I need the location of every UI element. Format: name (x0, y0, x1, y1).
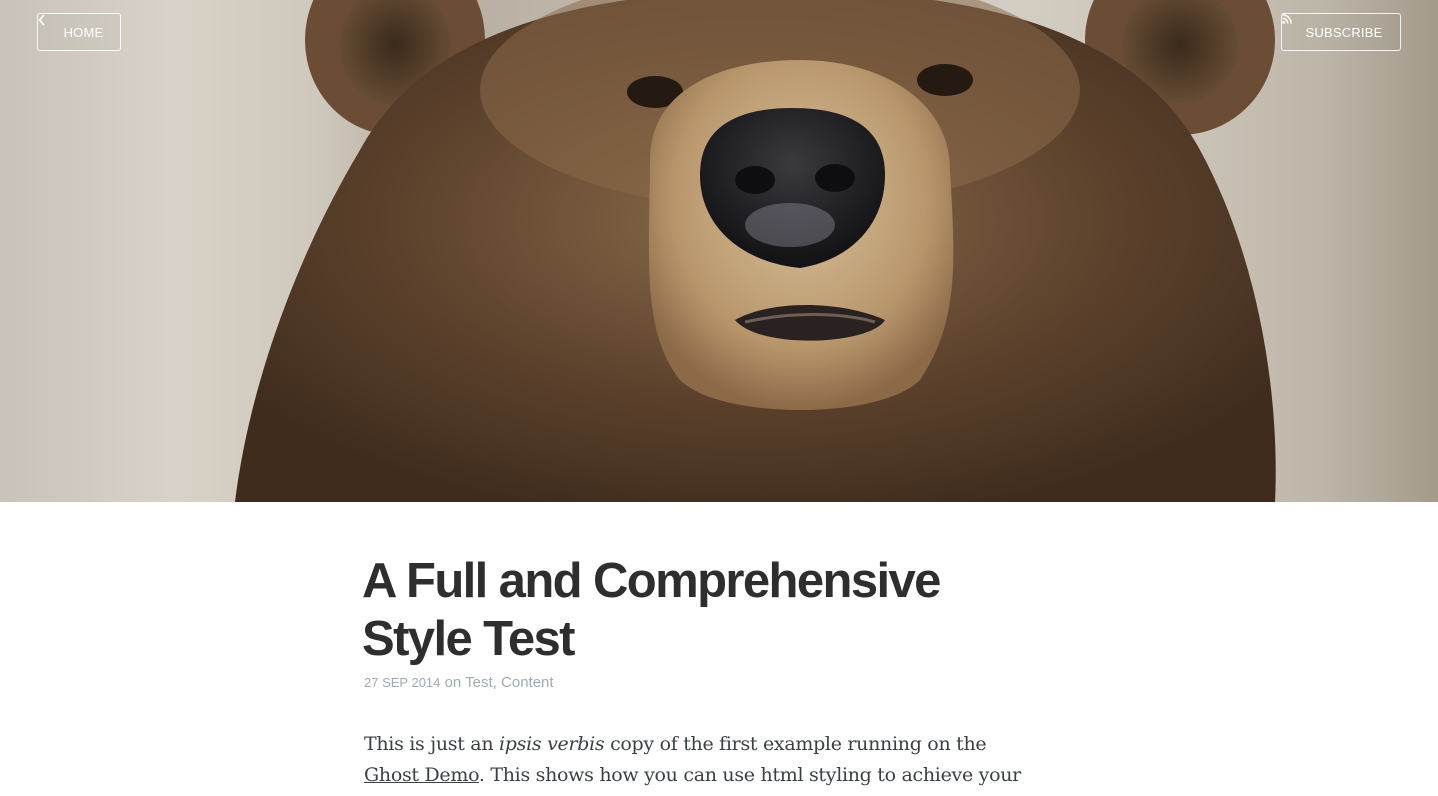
body-text-2: copy of the first example running on the (604, 733, 987, 755)
post-meta: 27 SEP 2014 on Test, Content (362, 674, 1042, 691)
body-emphasis: ipsis verbis (499, 733, 605, 755)
subscribe-label: SUBSCRIBE (1305, 24, 1383, 40)
post-intro-paragraph: This is just an ipsis verbis copy of the… (362, 729, 1022, 796)
tag-link-test[interactable]: Test (465, 674, 493, 691)
body-text-1: This is just an (364, 733, 500, 755)
bear-photo (235, 0, 1276, 502)
tag-separator: , (492, 674, 497, 691)
tag-link-content[interactable]: Content (501, 674, 554, 691)
post-title: A Full and Comprehensive Style Test (362, 552, 1042, 668)
home-label: HOME (63, 24, 104, 40)
post-title-line-1: A Full and Comprehensive (362, 554, 941, 608)
hero-cover: HOME SUBSCRIBE (0, 0, 1438, 502)
post-article: A Full and Comprehensive Style Test 27 S… (362, 552, 1042, 796)
subscribe-button[interactable]: SUBSCRIBE (1281, 13, 1401, 51)
post-meta-on: on (444, 674, 462, 691)
home-button[interactable]: HOME (37, 13, 121, 51)
ghost-demo-link[interactable]: Ghost Demo (364, 764, 479, 786)
post-title-line-2: Style Test (362, 612, 575, 666)
post-date: 27 SEP 2014 (364, 675, 441, 690)
right-eye (917, 64, 973, 96)
